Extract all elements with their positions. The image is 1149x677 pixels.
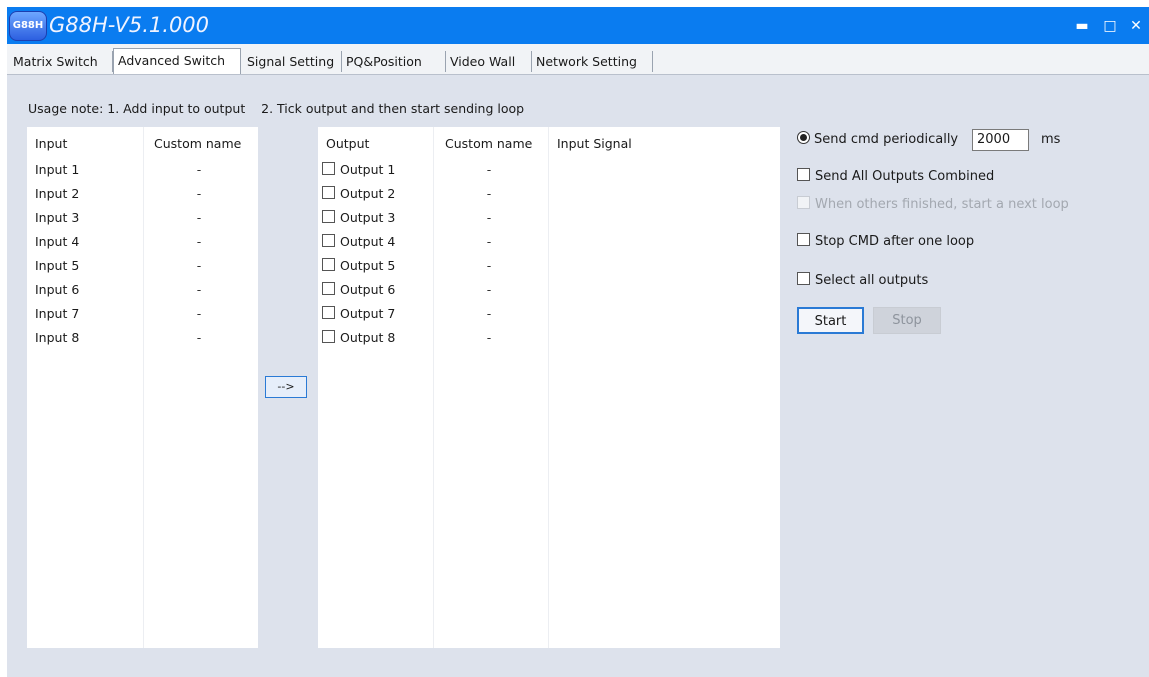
input-custom-name-2: - [196, 186, 202, 201]
output-label: Output 3 [340, 210, 396, 225]
start-button[interactable]: Start [797, 307, 864, 334]
output-checkbox[interactable] [322, 306, 335, 319]
custom-name-column-header: Custom name [445, 136, 533, 151]
output-row-8[interactable]: Output 8 [322, 327, 395, 349]
next-loop-label: When others finished, start a next loop [815, 197, 1069, 212]
tab-strip: Matrix Switch Advanced Switch Signal Set… [7, 44, 1149, 75]
output-label: Output 6 [340, 282, 396, 297]
checkbox-icon [797, 233, 810, 246]
output-custom-name-2: - [486, 186, 492, 201]
output-label: Output 8 [340, 330, 396, 345]
maximize-button[interactable]: □ [1098, 15, 1122, 37]
output-row-5[interactable]: Output 5 [322, 255, 395, 277]
stop-after-loop-label: Stop CMD after one loop [815, 234, 975, 249]
output-row-1[interactable]: Output 1 [322, 159, 395, 181]
input-custom-name-4: - [196, 234, 202, 249]
input-row-3[interactable]: Input 3 [35, 207, 79, 229]
output-custom-name-4: - [486, 234, 492, 249]
input-signal-column-header: Input Signal [557, 136, 632, 151]
input-row-5[interactable]: Input 5 [35, 255, 79, 277]
close-button[interactable]: ✕ [1124, 15, 1148, 37]
send-periodically-label: Send cmd periodically [814, 132, 959, 147]
input-row-6[interactable]: Input 6 [35, 279, 79, 301]
output-checkbox[interactable] [322, 210, 335, 223]
tab-network-setting[interactable]: Network Setting [532, 51, 653, 72]
select-all-outputs-checkbox[interactable]: Select all outputs [797, 272, 928, 290]
window-title: G88H-V5.1.000 [49, 13, 210, 37]
output-custom-name-3: - [486, 210, 492, 225]
input-row-8[interactable]: Input 8 [35, 327, 79, 349]
column-divider [548, 127, 549, 648]
input-row-1[interactable]: Input 1 [35, 159, 79, 181]
send-combined-label: Send All Outputs Combined [815, 169, 995, 184]
usage-note: Usage note: 1. Add input to output 2. Ti… [28, 101, 525, 116]
input-column-header: Input [35, 136, 68, 151]
checkbox-icon [797, 196, 810, 209]
app-logo-icon: G88H [9, 11, 47, 41]
tab-video-wall[interactable]: Video Wall [446, 51, 532, 72]
input-list[interactable]: Input Custom name Input 1 - Input 2 - In… [27, 127, 258, 648]
output-checkbox[interactable] [322, 186, 335, 199]
output-row-2[interactable]: Output 2 [322, 183, 395, 205]
period-input[interactable]: 2000 [972, 129, 1029, 151]
output-label: Output 7 [340, 306, 396, 321]
output-list[interactable]: Output Custom name Input Signal Output 1… [318, 127, 780, 648]
output-label: Output 5 [340, 258, 396, 273]
output-row-3[interactable]: Output 3 [322, 207, 395, 229]
output-label: Output 2 [340, 186, 396, 201]
send-periodically-radio[interactable]: Send cmd periodically [797, 131, 958, 149]
custom-name-column-header: Custom name [154, 136, 242, 151]
output-row-7[interactable]: Output 7 [322, 303, 395, 325]
period-unit-label: ms [1041, 132, 1061, 147]
output-checkbox[interactable] [322, 258, 335, 271]
title-bar: G88H G88H-V5.1.000 ▬ □ ✕ [7, 7, 1149, 44]
input-row-7[interactable]: Input 7 [35, 303, 79, 325]
checkbox-icon [797, 272, 810, 285]
send-combined-checkbox[interactable]: Send All Outputs Combined [797, 168, 994, 186]
minimize-button[interactable]: ▬ [1070, 15, 1094, 37]
output-label: Output 4 [340, 234, 396, 249]
output-checkbox[interactable] [322, 162, 335, 175]
output-custom-name-5: - [486, 258, 492, 273]
input-custom-name-3: - [196, 210, 202, 225]
tab-pq-position[interactable]: PQ&Position [342, 51, 446, 72]
select-all-outputs-label: Select all outputs [815, 273, 929, 288]
output-row-4[interactable]: Output 4 [322, 231, 395, 253]
output-row-6[interactable]: Output 6 [322, 279, 395, 301]
add-input-to-output-button[interactable]: --> [265, 376, 307, 398]
output-column-header: Output [326, 136, 370, 151]
column-divider [433, 127, 434, 648]
output-custom-name-1: - [486, 162, 492, 177]
app-window: G88H G88H-V5.1.000 ▬ □ ✕ Matrix Switch A… [7, 7, 1149, 677]
tab-advanced-switch[interactable]: Advanced Switch [113, 48, 241, 74]
column-divider [143, 127, 144, 648]
input-custom-name-1: - [196, 162, 202, 177]
output-checkbox[interactable] [322, 330, 335, 343]
output-custom-name-6: - [486, 282, 492, 297]
tab-signal-setting[interactable]: Signal Setting [243, 51, 342, 72]
tab-matrix-switch[interactable]: Matrix Switch [9, 51, 113, 72]
input-custom-name-7: - [196, 306, 202, 321]
output-custom-name-7: - [486, 306, 492, 321]
stop-after-loop-checkbox[interactable]: Stop CMD after one loop [797, 233, 974, 251]
input-row-4[interactable]: Input 4 [35, 231, 79, 253]
radio-selected-icon [797, 131, 810, 144]
output-checkbox[interactable] [322, 234, 335, 247]
input-row-2[interactable]: Input 2 [35, 183, 79, 205]
next-loop-checkbox: When others finished, start a next loop [797, 196, 1069, 214]
output-custom-name-8: - [486, 330, 492, 345]
output-label: Output 1 [340, 162, 396, 177]
stop-button: Stop [873, 307, 941, 334]
output-checkbox[interactable] [322, 282, 335, 295]
checkbox-icon [797, 168, 810, 181]
input-custom-name-5: - [196, 258, 202, 273]
input-custom-name-6: - [196, 282, 202, 297]
input-custom-name-8: - [196, 330, 202, 345]
